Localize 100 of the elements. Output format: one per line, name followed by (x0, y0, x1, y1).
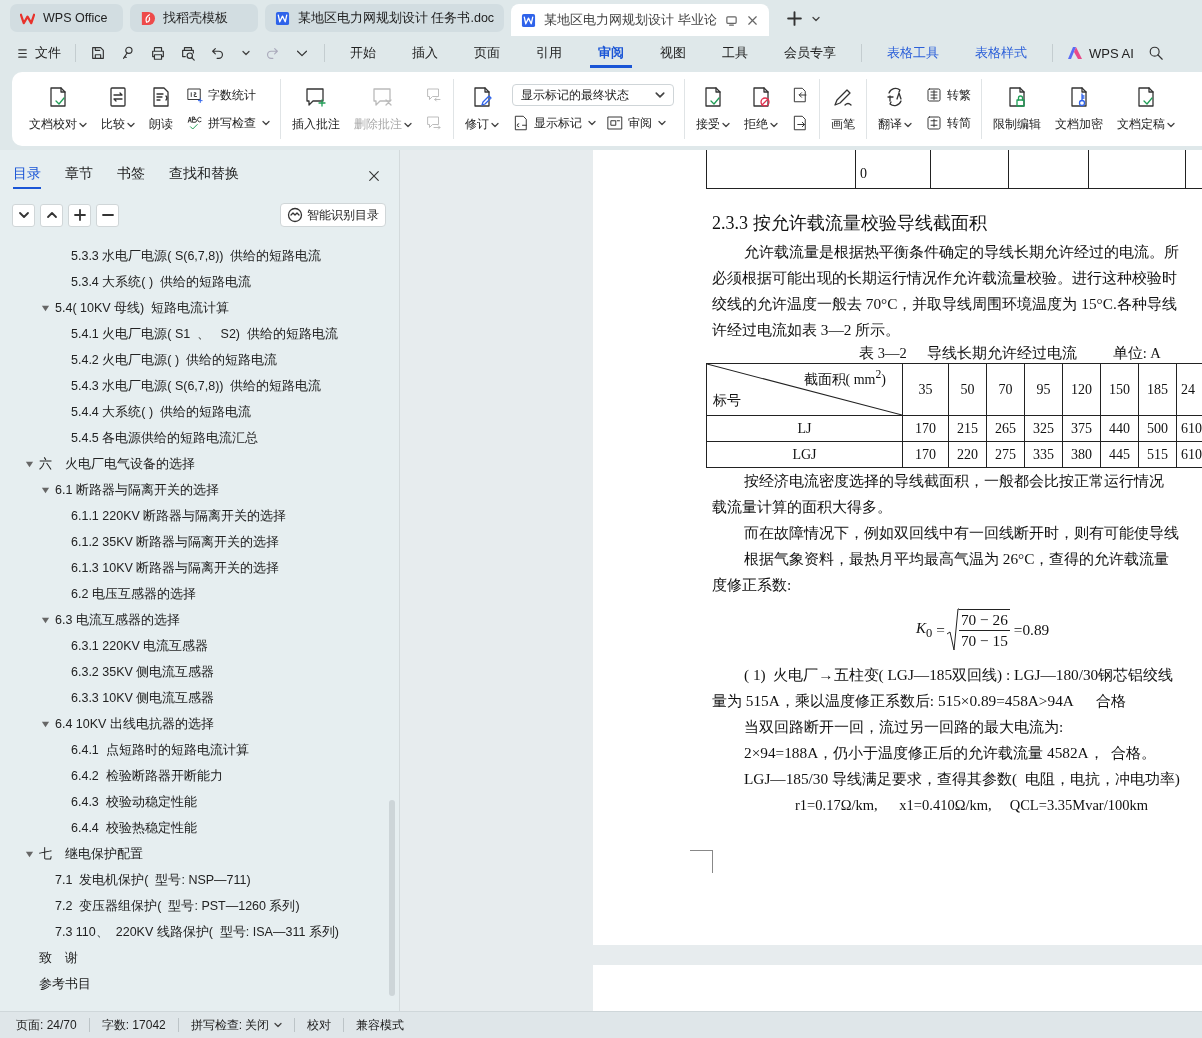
toc-entry[interactable]: 6.4.4 校验热稳定性能 (71, 819, 197, 837)
status-item[interactable]: 兼容模式 (356, 1016, 405, 1034)
toc-entry[interactable]: 6.3 电流互感器的选择 (55, 611, 180, 629)
ribbon-tab[interactable]: 视图 (652, 38, 694, 68)
ribbon-button[interactable]: 审阅 (606, 112, 666, 134)
toc-entry[interactable]: 5.4.4 大系统( ) 供给的短路电流 (71, 403, 252, 421)
toc-entry[interactable]: 6.3.2 35KV 侧电流互感器 (71, 663, 215, 681)
ribbon-tab[interactable]: 表格工具 (879, 38, 947, 68)
print-icon[interactable] (150, 45, 166, 61)
toc-entry[interactable]: 5.4.3 水电厂电源( S(6,7,8)) 供给的短路电流 (71, 377, 322, 395)
ribbon-button[interactable]: 文档定稿 (1112, 85, 1180, 133)
expand-triangle-icon[interactable] (41, 485, 50, 495)
toc-entry[interactable]: 5.4.5 各电源供给的短路电流汇总 (71, 429, 259, 447)
ribbon-button[interactable]: 翻译 (873, 85, 917, 133)
add-button[interactable] (68, 203, 91, 227)
caret-icon (404, 120, 412, 129)
save-icon[interactable] (90, 45, 106, 61)
ribbon-button[interactable]: 画笔 (826, 85, 860, 133)
toc-entry[interactable]: 6.1 断路器与隔离开关的选择 (55, 481, 219, 499)
ribbon-tab[interactable]: 插入 (404, 38, 446, 68)
undo-icon[interactable] (210, 45, 226, 61)
move-down-button[interactable] (12, 203, 35, 227)
ribbon-tab[interactable]: 引用 (528, 38, 570, 68)
search-icon[interactable] (1147, 45, 1164, 61)
toc-entry[interactable]: 7.2 变压器组保护( 型号: PST—1260 系列) (55, 897, 300, 915)
ribbon-button[interactable]: 限制编辑 (988, 85, 1046, 133)
toc-entry[interactable]: 6.1.1 220KV 断路器与隔离开关的选择 (71, 507, 287, 525)
ribbon-button[interactable]: 插入批注 (287, 85, 345, 133)
ribbon-button[interactable]: 接受 (691, 85, 735, 133)
wps-ai-button[interactable]: WPS AI (1067, 45, 1134, 61)
close-icon[interactable] (745, 13, 759, 27)
ribbon-button[interactable]: 文档加密 (1050, 85, 1108, 133)
toc-entry[interactable]: 6.4.3 校验动稳定性能 (71, 793, 197, 811)
monitor-icon[interactable] (724, 13, 738, 27)
document-tab[interactable]: 找稻壳模板 (130, 4, 258, 32)
pane-tab[interactable]: 章节 (65, 163, 93, 189)
pane-tab[interactable]: 书签 (117, 163, 145, 189)
close-icon[interactable] (368, 170, 380, 182)
ribbon-button[interactable]: 比较 (96, 85, 140, 133)
toc-entry[interactable]: 5.3.4 大系统( ) 供给的短路电流 (71, 273, 252, 291)
expand-triangle-icon[interactable] (41, 719, 50, 729)
ribbon-tab[interactable]: 页面 (466, 38, 508, 68)
ribbon-tab[interactable]: 表格样式 (967, 38, 1035, 68)
pane-tab[interactable]: 查找和替换 (169, 163, 239, 189)
ribbon-button[interactable]: 转繁 (925, 84, 971, 106)
expand-triangle-icon[interactable] (25, 459, 34, 469)
status-item[interactable]: 字数: 17042 (101, 1016, 166, 1034)
ribbon-tab[interactable]: 开始 (342, 38, 384, 68)
expand-triangle-icon[interactable] (41, 615, 50, 625)
ribbon-tab[interactable]: 会员专享 (776, 38, 844, 68)
move-up-button[interactable] (40, 203, 63, 227)
ribbon-button[interactable]: 朗读 (144, 85, 178, 133)
toc-entry[interactable]: 5.4( 10KV 母线) 短路电流计算 (55, 299, 230, 317)
toc-entry[interactable]: 5.4.1 火电厂电源( S1 、 S2) 供给的短路电流 (71, 325, 338, 343)
document-tab[interactable]: 某地区电力网规划设计 任务书.doc (265, 4, 505, 32)
expand-triangle-icon[interactable] (25, 849, 34, 859)
toc-entry[interactable]: 7.3 110、 220KV 线路保护( 型号: ISA—311 系列) (55, 923, 339, 941)
toc-entry[interactable]: 6.4.1 点短路时的短路电流计算 (71, 741, 249, 759)
status-item[interactable]: 页面: 24/70 (16, 1016, 77, 1034)
toc-entry[interactable]: 5.3.3 水电厂电源( S(6,7,8)) 供给的短路电流 (71, 247, 322, 265)
table-unit: 单位: A (1112, 343, 1161, 363)
table-header-cell: 35 (902, 363, 949, 416)
ribbon-tab[interactable]: 工具 (714, 38, 756, 68)
ribbon-button[interactable]: 显示标记 (512, 112, 596, 134)
remove-button[interactable] (96, 203, 119, 227)
ribbon-tab[interactable]: 审阅 (590, 38, 632, 68)
toc-entry[interactable]: 6.4.2 检验断路器开断能力 (71, 767, 223, 785)
print-preview-icon[interactable] (180, 45, 196, 61)
toc-entry[interactable]: 6.3.3 10KV 侧电流互感器 (71, 689, 215, 707)
ribbon-button[interactable]: 文档校对 (24, 85, 92, 133)
status-item[interactable]: 校对 (307, 1016, 332, 1034)
ribbon-button[interactable]: 转简 (925, 112, 971, 134)
ribbon-button[interactable]: 字数统计 (186, 84, 270, 106)
scrollbar[interactable] (389, 800, 395, 996)
toc-entry[interactable]: 致 谢 (39, 949, 78, 967)
toc-entry[interactable]: 6.2 电压互感器的选择 (71, 585, 196, 603)
toc-entry[interactable]: 6.1.2 35KV 断路器与隔离开关的选择 (71, 533, 280, 551)
toc-entry[interactable]: 6.4 10KV 出线电抗器的选择 (55, 715, 214, 733)
markup-dropdown[interactable]: 显示标记的最终状态 (512, 84, 674, 106)
document-tab[interactable]: 某地区电力网规划设计 毕业论 (511, 4, 769, 36)
toc-entry[interactable]: 参考书目 (39, 975, 91, 993)
toc-entry[interactable]: 六 火电厂电气设备的选择 (39, 455, 195, 473)
pane-tab[interactable]: 目录 (13, 163, 41, 189)
file-menu[interactable]: 文件 (16, 44, 61, 62)
smart-toc-button[interactable]: 智能识别目录 (280, 203, 386, 227)
toc-entry[interactable]: 5.4.2 火电厂电源( ) 供给的短路电流 (71, 351, 278, 369)
ribbon-button[interactable]: 拒绝 (739, 85, 783, 133)
toc-entry[interactable]: 7.1 发电机保护( 型号: NSP—711) (55, 871, 251, 889)
new-tab-icon[interactable] (785, 10, 803, 27)
caret-icon[interactable] (811, 15, 820, 23)
key-icon[interactable] (120, 45, 136, 61)
toc-entry[interactable]: 6.1.3 10KV 断路器与隔离开关的选择 (71, 559, 280, 577)
status-item[interactable]: 拼写检查: 关闭 (190, 1016, 283, 1034)
toc-entry[interactable]: 七 继电保护配置 (39, 845, 143, 863)
expand-triangle-icon[interactable] (41, 303, 50, 313)
toc-entry[interactable]: 6.3.1 220KV 电流互感器 (71, 637, 209, 655)
document-tab[interactable]: WPS Office (10, 4, 123, 32)
ribbon-button[interactable]: 修订 (460, 85, 504, 133)
ribbon-button[interactable]: 拼写检查 (186, 112, 270, 134)
next-change-icon (791, 114, 809, 132)
